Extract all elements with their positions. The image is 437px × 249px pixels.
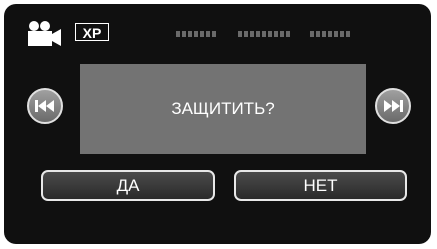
dotted-placeholder — [176, 31, 350, 37]
previous-button[interactable] — [27, 88, 63, 124]
yes-button-label: ДА — [116, 175, 140, 195]
no-button-label: НЕТ — [303, 175, 338, 195]
dialog-prompt: ЗАЩИТИТЬ? — [171, 99, 275, 118]
next-button[interactable] — [375, 88, 411, 124]
camera-screen: XP ЗАЩИТИТЬ? ДА НЕТ — [4, 4, 431, 244]
confirm-dialog: ЗАЩИТИТЬ? — [80, 64, 366, 154]
quality-indicator: XP — [75, 23, 109, 41]
skip-previous-icon — [35, 100, 54, 112]
yes-button[interactable]: ДА — [41, 170, 215, 201]
skip-next-icon — [384, 100, 403, 112]
no-button[interactable]: НЕТ — [234, 170, 407, 201]
video-camera-icon — [24, 20, 64, 48]
